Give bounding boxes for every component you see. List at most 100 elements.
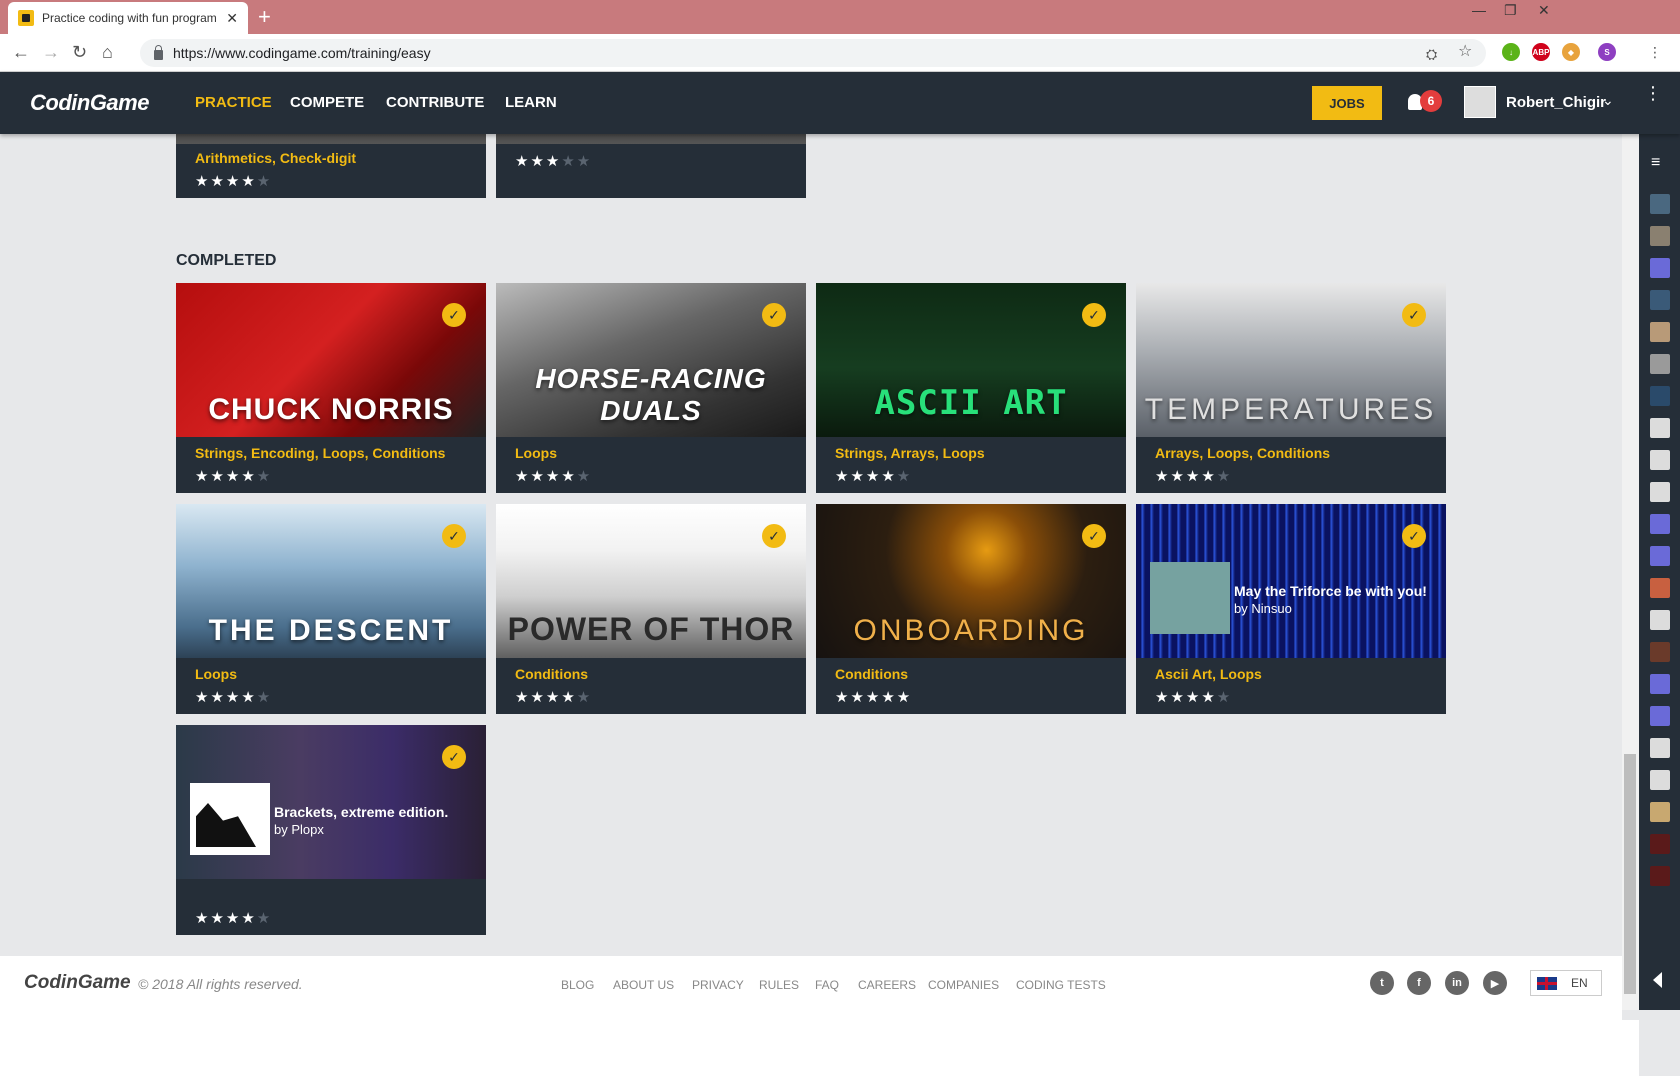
tag[interactable]: Loops bbox=[515, 445, 557, 461]
member-avatar[interactable] bbox=[1650, 770, 1670, 790]
home-icon[interactable]: ⌂ bbox=[102, 42, 113, 62]
tag[interactable]: Loops bbox=[1220, 666, 1262, 682]
footer-logo[interactable]: CodinGame bbox=[24, 972, 131, 994]
tag[interactable]: Conditions bbox=[372, 445, 445, 461]
member-avatar[interactable] bbox=[1650, 674, 1670, 694]
scrollbar[interactable] bbox=[1622, 134, 1639, 1010]
member-avatar[interactable] bbox=[1650, 802, 1670, 822]
footer-link-privacy[interactable]: PRIVACY bbox=[692, 978, 744, 992]
tag[interactable]: Loops bbox=[323, 445, 365, 461]
language-selector[interactable]: EN bbox=[1530, 970, 1602, 996]
youtube-icon[interactable]: ▶ bbox=[1483, 971, 1507, 995]
chevron-down-icon[interactable]: ⌄ bbox=[1602, 92, 1614, 109]
jobs-button[interactable]: JOBS bbox=[1312, 86, 1382, 120]
member-avatar[interactable] bbox=[1650, 194, 1670, 214]
chrome-menu-icon[interactable]: ⋮ bbox=[1648, 42, 1662, 62]
footer-link-companies[interactable]: COMPANIES bbox=[928, 978, 999, 992]
linkedin-icon[interactable]: in bbox=[1445, 971, 1469, 995]
tag[interactable]: Loops bbox=[943, 445, 985, 461]
tag[interactable]: Conditions bbox=[1257, 445, 1330, 461]
back-icon[interactable]: ← bbox=[12, 42, 30, 62]
puzzle-card-triforce[interactable]: May the Triforce be with you! by Ninsuo … bbox=[1136, 504, 1446, 714]
member-avatar[interactable] bbox=[1650, 482, 1670, 502]
tab-close-icon[interactable]: ✕ bbox=[226, 10, 238, 27]
nav-contribute[interactable]: CONTRIBUTE bbox=[386, 94, 484, 111]
puzzle-card-power-of-thor[interactable]: POWER OF THOR ✓ Conditions ★★★★★ bbox=[496, 504, 806, 714]
tag[interactable]: Arrays bbox=[1155, 445, 1199, 461]
tag[interactable]: Strings bbox=[835, 445, 883, 461]
member-avatar[interactable] bbox=[1650, 866, 1670, 886]
member-avatar[interactable] bbox=[1650, 290, 1670, 310]
footer-link-rules[interactable]: RULES bbox=[759, 978, 799, 992]
tag[interactable]: Conditions bbox=[835, 666, 908, 682]
new-tab-button[interactable]: + bbox=[258, 5, 271, 29]
author-avatar bbox=[190, 783, 270, 855]
tag[interactable]: Arrays bbox=[891, 445, 935, 461]
restore-icon[interactable]: ❐ bbox=[1504, 2, 1517, 19]
tag[interactable]: Arithmetics bbox=[195, 150, 272, 166]
extension-icon[interactable]: ◆ bbox=[1562, 43, 1580, 61]
minimize-icon[interactable]: — bbox=[1472, 2, 1486, 18]
collapse-arrow-icon[interactable] bbox=[1653, 972, 1662, 988]
footer-link-blog[interactable]: BLOG bbox=[561, 978, 594, 992]
member-avatar[interactable] bbox=[1650, 706, 1670, 726]
window-close-icon[interactable]: ✕ bbox=[1538, 2, 1550, 19]
footer-link-faq[interactable]: FAQ bbox=[815, 978, 839, 992]
puzzle-card[interactable]: ★★★★★ bbox=[496, 134, 806, 198]
codingame-logo[interactable]: CodinGame bbox=[30, 90, 149, 116]
puzzle-card-horse-racing[interactable]: HORSE-RACING DUALS ✓ Loops ★★★★★ bbox=[496, 283, 806, 493]
puzzle-card-ascii-art[interactable]: ASCII ART ✓ Strings, Arrays, Loops ★★★★★ bbox=[816, 283, 1126, 493]
adblock-plus-icon[interactable]: ABP bbox=[1532, 43, 1550, 61]
user-avatar[interactable] bbox=[1464, 86, 1496, 118]
member-avatar[interactable] bbox=[1650, 354, 1670, 374]
puzzle-card[interactable]: Arithmetics, Check-digit ★★★★★ bbox=[176, 134, 486, 198]
footer-link-careers[interactable]: CAREERS bbox=[858, 978, 916, 992]
tag[interactable]: Loops bbox=[1207, 445, 1249, 461]
tag[interactable]: Check-digit bbox=[280, 150, 356, 166]
download-extension-icon[interactable]: ↓ bbox=[1502, 43, 1520, 61]
footer-link-about[interactable]: ABOUT US bbox=[613, 978, 674, 992]
card-tags: Ascii Art, Loops bbox=[1155, 666, 1262, 682]
puzzle-card-onboarding[interactable]: ONBOARDING ✓ Conditions ★★★★★ bbox=[816, 504, 1126, 714]
browser-tab[interactable]: Practice coding with fun program ✕ bbox=[8, 2, 248, 34]
member-avatar[interactable] bbox=[1650, 642, 1670, 662]
address-bar[interactable]: https://www.codingame.com/training/easy bbox=[140, 39, 1486, 67]
puzzle-card-temperatures[interactable]: TEMPERATURES ✓ Arrays, Loops, Conditions… bbox=[1136, 283, 1446, 493]
member-avatar[interactable] bbox=[1650, 610, 1670, 630]
tag[interactable]: Ascii Art bbox=[1155, 666, 1212, 682]
tag[interactable]: Encoding bbox=[251, 445, 315, 461]
tag[interactable]: Strings bbox=[195, 445, 243, 461]
reload-icon[interactable]: ↻ bbox=[72, 42, 87, 62]
member-avatar[interactable] bbox=[1650, 226, 1670, 246]
puzzle-card-brackets[interactable]: Brackets, extreme edition. by Plopx ✓ ★★… bbox=[176, 725, 486, 935]
rating-stars: ★★★★★ bbox=[515, 689, 593, 706]
tag[interactable]: Loops bbox=[195, 666, 237, 682]
member-avatar[interactable] bbox=[1650, 386, 1670, 406]
member-avatar[interactable] bbox=[1650, 418, 1670, 438]
twitter-icon[interactable]: t bbox=[1370, 971, 1394, 995]
nav-compete[interactable]: COMPETE bbox=[290, 94, 364, 111]
member-avatar[interactable] bbox=[1650, 450, 1670, 470]
scrollbar-thumb[interactable] bbox=[1624, 754, 1636, 994]
facebook-icon[interactable]: f bbox=[1407, 971, 1431, 995]
member-avatar[interactable] bbox=[1650, 258, 1670, 278]
bookmark-star-icon[interactable]: ☆ bbox=[1458, 42, 1472, 62]
nav-practice[interactable]: PRACTICE bbox=[195, 94, 272, 111]
translate-icon[interactable]: ⛭ bbox=[1426, 44, 1437, 64]
member-avatar[interactable] bbox=[1650, 322, 1670, 342]
puzzle-card-the-descent[interactable]: THE DESCENT ✓ Loops ★★★★★ bbox=[176, 504, 486, 714]
more-options-icon[interactable]: ⋮ bbox=[1644, 84, 1662, 102]
user-name[interactable]: Robert_Chigir bbox=[1506, 94, 1606, 111]
member-avatar[interactable] bbox=[1650, 834, 1670, 854]
member-avatar[interactable] bbox=[1650, 738, 1670, 758]
tag[interactable]: Conditions bbox=[515, 666, 588, 682]
member-avatar[interactable] bbox=[1650, 578, 1670, 598]
nav-learn[interactable]: LEARN bbox=[505, 94, 557, 111]
panel-menu-icon[interactable]: ≡ bbox=[1651, 154, 1660, 172]
forward-icon[interactable]: → bbox=[42, 42, 60, 62]
member-avatar[interactable] bbox=[1650, 546, 1670, 566]
footer-link-coding-tests[interactable]: CODING TESTS bbox=[1016, 978, 1106, 992]
puzzle-card-chuck-norris[interactable]: CHUCK NORRIS ✓ Strings, Encoding, Loops,… bbox=[176, 283, 486, 493]
profile-icon[interactable]: S bbox=[1598, 43, 1616, 61]
member-avatar[interactable] bbox=[1650, 514, 1670, 534]
